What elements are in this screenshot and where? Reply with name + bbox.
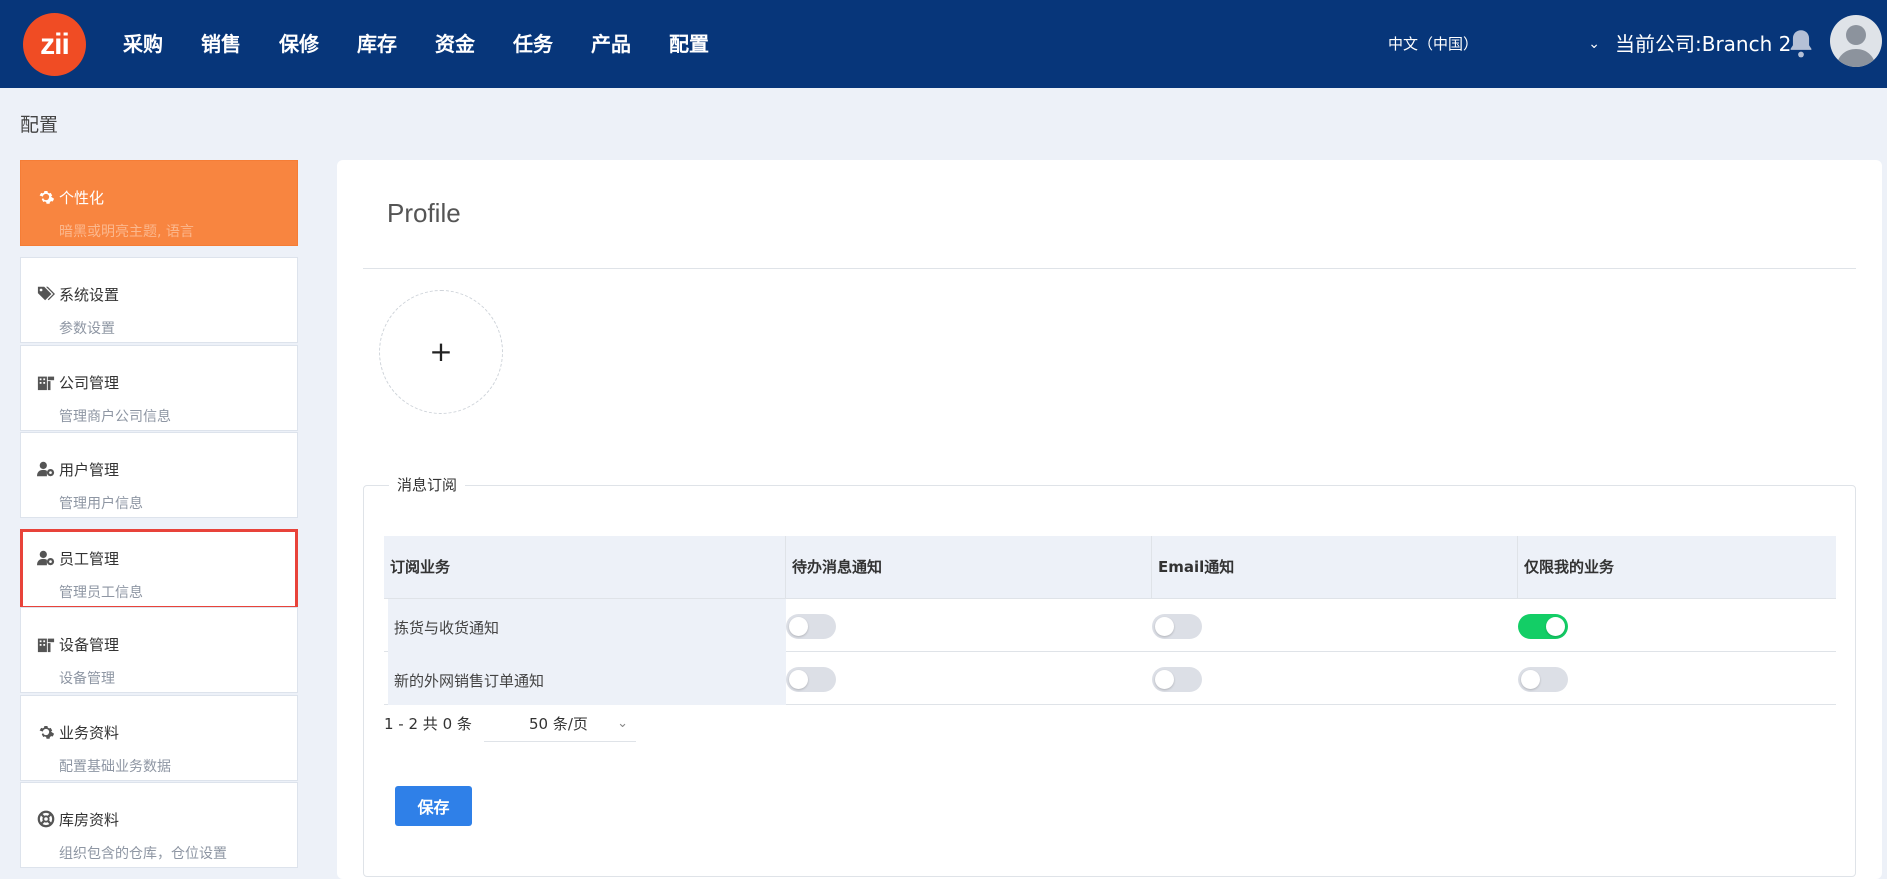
sidebar-item-device-management[interactable]: 设备管理 设备管理 (20, 607, 298, 693)
nav-tasks[interactable]: 任务 (494, 0, 572, 88)
email-toggle[interactable] (1152, 667, 1202, 692)
nav-funds[interactable]: 资金 (416, 0, 494, 88)
language-value: 中文（中国） (1388, 35, 1479, 53)
toggle-knob (789, 670, 808, 689)
profile-title: Profile (387, 198, 461, 228)
page-title: 配置 (20, 114, 59, 136)
sidebar-item-personalization[interactable]: 个性化 暗黑或明亮主题, 语言 (20, 160, 298, 246)
sidebar-item-user-management[interactable]: 用户管理 管理用户信息 (20, 432, 298, 518)
sidebar-item-title: 业务资料 (59, 724, 120, 742)
sidebar-item-title: 个性化 (59, 189, 105, 207)
sidebar-item-warehouse-data[interactable]: 库房资料 组织包含的仓库，仓位设置 (20, 782, 298, 868)
building-icon (37, 638, 55, 653)
sidebar-item-subtitle: 管理商户公司信息 (59, 409, 171, 425)
row-name-cell: 新的外网销售订单通知 (388, 652, 786, 705)
bell-icon[interactable] (1787, 28, 1815, 58)
nav-sales[interactable]: 销售 (182, 0, 260, 88)
divider (363, 268, 1856, 269)
email-toggle[interactable] (1152, 614, 1202, 639)
column-header-email: Email通知 (1152, 536, 1518, 599)
user-avatar[interactable] (1830, 15, 1882, 67)
nav-inventory[interactable]: 库存 (338, 0, 416, 88)
language-select[interactable]: 中文（中国） ⌄ (1388, 30, 1600, 58)
table-row: 拣货与收货通知 (384, 599, 1836, 652)
page-size-value: 50 条/页 (529, 715, 588, 733)
sidebar-item-subtitle: 暗黑或明亮主题, 语言 (59, 224, 194, 240)
table-header: 订阅业务 待办消息通知 Email通知 仅限我的业务 (384, 536, 1836, 599)
sidebar-item-subtitle: 管理员工信息 (59, 585, 143, 601)
lifebuoy-icon (37, 810, 55, 828)
subscription-legend: 消息订阅 (389, 474, 466, 495)
nav-products[interactable]: 产品 (572, 0, 650, 88)
main-nav: 采购 销售 保修 库存 资金 任务 产品 配置 (104, 0, 728, 88)
mine-only-toggle[interactable] (1518, 614, 1568, 639)
column-header-todo: 待办消息通知 (786, 536, 1152, 599)
toggle-knob (1155, 670, 1174, 689)
sidebar-item-employee-management[interactable]: 员工管理 管理员工信息 (20, 529, 298, 609)
column-header-mine-only: 仅限我的业务 (1524, 558, 1615, 576)
chevron-down-icon: ⌄ (1588, 36, 1600, 52)
gear-icon (39, 726, 55, 739)
subscription-table: 订阅业务 待办消息通知 Email通知 仅限我的业务 拣货与收货通知 新的外网销… (384, 536, 1836, 705)
profile-card: Profile + 消息订阅 订阅业务 待办消息通知 Email通知 仅限我的业… (337, 160, 1882, 879)
nav-purchase[interactable]: 采购 (104, 0, 182, 88)
tags-icon (37, 286, 55, 301)
todo-toggle[interactable] (786, 667, 836, 692)
toggle-knob (1155, 617, 1174, 636)
top-navbar: zii 采购 销售 保修 库存 资金 任务 产品 配置 中文（中国） ⌄ 当前公… (0, 0, 1887, 88)
toggle-knob (1521, 670, 1540, 689)
sidebar-item-business-data[interactable]: 业务资料 配置基础业务数据 (20, 695, 298, 781)
app-logo[interactable]: zii (23, 13, 86, 76)
row-name: 新的外网销售订单通知 (394, 672, 545, 690)
sidebar-item-title: 员工管理 (59, 550, 120, 568)
sidebar-item-subtitle: 参数设置 (59, 321, 115, 337)
todo-toggle[interactable] (786, 614, 836, 639)
sidebar-item-company-management[interactable]: 公司管理 管理商户公司信息 (20, 345, 298, 431)
avatar-upload[interactable]: + (379, 290, 503, 414)
sidebar-item-title: 系统设置 (59, 286, 120, 304)
row-name-cell: 拣货与收货通知 (388, 599, 786, 652)
toggle-knob (1546, 617, 1565, 636)
sidebar-item-title: 库房资料 (59, 811, 120, 829)
sidebar-item-title: 公司管理 (59, 374, 120, 392)
sidebar-item-title: 用户管理 (59, 461, 120, 479)
column-header-business: 订阅业务 (384, 536, 786, 599)
save-button[interactable]: 保存 (395, 786, 472, 826)
sidebar-item-subtitle: 设备管理 (59, 671, 115, 687)
user-gear-icon (37, 550, 55, 566)
toggle-knob (789, 617, 808, 636)
nav-config[interactable]: 配置 (650, 0, 728, 88)
row-name: 拣货与收货通知 (394, 619, 500, 637)
mine-only-toggle[interactable] (1518, 667, 1568, 692)
sidebar-item-subtitle: 管理用户信息 (59, 496, 143, 512)
subscription-section: 消息订阅 订阅业务 待办消息通知 Email通知 仅限我的业务 拣货与收货通知 … (363, 474, 1856, 877)
chevron-down-icon: ⌄ (617, 716, 628, 731)
plus-icon: + (429, 335, 453, 368)
nav-warranty[interactable]: 保修 (260, 0, 338, 88)
sidebar-item-system-settings[interactable]: 系统设置 参数设置 (20, 257, 298, 343)
gear-icon (39, 191, 55, 204)
table-row: 新的外网销售订单通知 (384, 652, 1836, 705)
building-icon (37, 376, 55, 391)
sidebar-item-subtitle: 配置基础业务数据 (59, 759, 171, 775)
pagination-count: 1 - 2 共 0 条 (384, 715, 472, 733)
config-sidebar: 个性化 暗黑或明亮主题, 语言 系统设置 参数设置 公司管理 管理商户公司信息 … (20, 160, 298, 879)
sidebar-item-title: 设备管理 (59, 636, 120, 654)
current-company[interactable]: 当前公司:Branch 2 (1615, 28, 1791, 60)
user-gear-icon (37, 461, 55, 477)
avatar-person-icon (1836, 25, 1876, 67)
page-size-select[interactable]: 50 条/页 ⌄ (484, 706, 636, 742)
sidebar-item-subtitle: 组织包含的仓库，仓位设置 (59, 846, 227, 862)
